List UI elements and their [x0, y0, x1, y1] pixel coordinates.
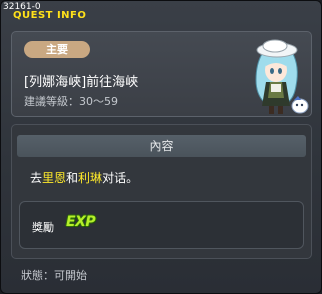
- content-text-connector: 和: [66, 171, 79, 185]
- content-text-prefix: 去: [30, 171, 43, 185]
- content-text: 去里恩和利琳对话。: [30, 169, 138, 186]
- level-label: 建議等級: [24, 95, 68, 108]
- window-title: QUEST INFO: [13, 10, 87, 21]
- exp-icon[interactable]: EXP: [66, 214, 96, 230]
- quest-category-badge: 主要: [24, 41, 90, 58]
- reward-label: 獎勵: [32, 221, 54, 234]
- title-bar[interactable]: 32161-0 QUEST INFO: [1, 1, 321, 23]
- status-value: 可開始: [54, 269, 87, 282]
- quest-info-window: 32161-0 QUEST INFO 主要 [列娜海峽]前往海峽 建議等級：30…: [0, 0, 322, 294]
- content-panel: 內容 去里恩和利琳对话。 獎勵 EXP: [11, 124, 312, 259]
- level-separator: ：: [68, 95, 79, 108]
- status-separator: ：: [43, 269, 54, 282]
- quest-name: [列娜海峽]前往海峽: [24, 75, 139, 90]
- npc-name-link[interactable]: 里恩: [42, 171, 66, 185]
- npc-name-link[interactable]: 利琳: [78, 171, 102, 185]
- quest-header-panel: 主要 [列娜海峽]前往海峽 建議等級：30～59: [11, 31, 312, 117]
- reward-box: 獎勵 EXP: [19, 201, 304, 249]
- content-header: 內容: [17, 135, 306, 157]
- npc-portrait-icon: [255, 39, 309, 114]
- content-text-suffix: 对话。: [102, 171, 139, 185]
- quest-status: 狀態：可開始: [21, 267, 87, 283]
- quest-level: 建議等級：30～59: [24, 93, 118, 109]
- status-label: 狀態: [21, 269, 43, 282]
- level-range: 30～59: [79, 95, 118, 108]
